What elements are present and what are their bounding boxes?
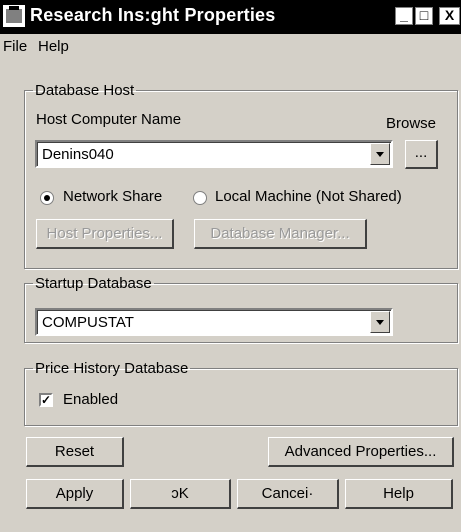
menu-help[interactable]: Help (38, 38, 69, 55)
host-computer-value: Denins040 (42, 146, 114, 163)
startup-database-combo[interactable]: COMPUSTAT (35, 308, 393, 336)
title-bar: Research Ins:ght Properties _ □ X (0, 0, 461, 34)
host-properties-button: Host Properties... (36, 219, 174, 249)
startup-database-value: COMPUSTAT (42, 314, 134, 331)
window-title: Research Ins:ght Properties (30, 5, 276, 25)
cancel-button[interactable]: Cancei· (237, 479, 339, 509)
ok-button[interactable]: ͻK (130, 479, 231, 509)
local-machine-label[interactable]: Local Machine (Not Shared) (215, 188, 402, 205)
browse-label: Browse (386, 115, 437, 132)
properties-window: Research Ins:ght Properties _ □ X File H… (0, 0, 461, 532)
local-machine-radio[interactable] (193, 191, 207, 205)
advanced-properties-button[interactable]: Advanced Properties... (268, 437, 454, 467)
reset-button[interactable]: Reset (26, 437, 124, 467)
database-manager-button: Database Manager... (194, 219, 367, 249)
price-history-legend: Price History Database (35, 360, 189, 377)
network-share-radio[interactable] (40, 191, 54, 205)
startup-database-legend: Startup Database (35, 275, 152, 292)
database-host-legend: Database Host (35, 82, 135, 99)
browse-button[interactable]: ... (405, 140, 438, 169)
menu-file[interactable]: File (3, 38, 27, 55)
host-computer-name-label: Host Computer Name (36, 111, 182, 128)
host-computer-combo[interactable]: Denins040 (35, 140, 393, 168)
minimize-button[interactable]: _ (395, 7, 413, 25)
help-button[interactable]: Help (345, 479, 453, 509)
app-icon (3, 5, 25, 27)
network-share-label[interactable]: Network Share (63, 188, 162, 205)
chevron-down-icon[interactable] (370, 311, 390, 333)
maximize-button[interactable]: □ (415, 7, 433, 25)
enabled-label[interactable]: Enabled (63, 391, 118, 408)
close-button[interactable]: X (439, 7, 460, 25)
apply-button[interactable]: Apply (26, 479, 124, 509)
chevron-down-icon[interactable] (370, 143, 390, 165)
enabled-checkbox[interactable]: ✓ (39, 393, 53, 407)
